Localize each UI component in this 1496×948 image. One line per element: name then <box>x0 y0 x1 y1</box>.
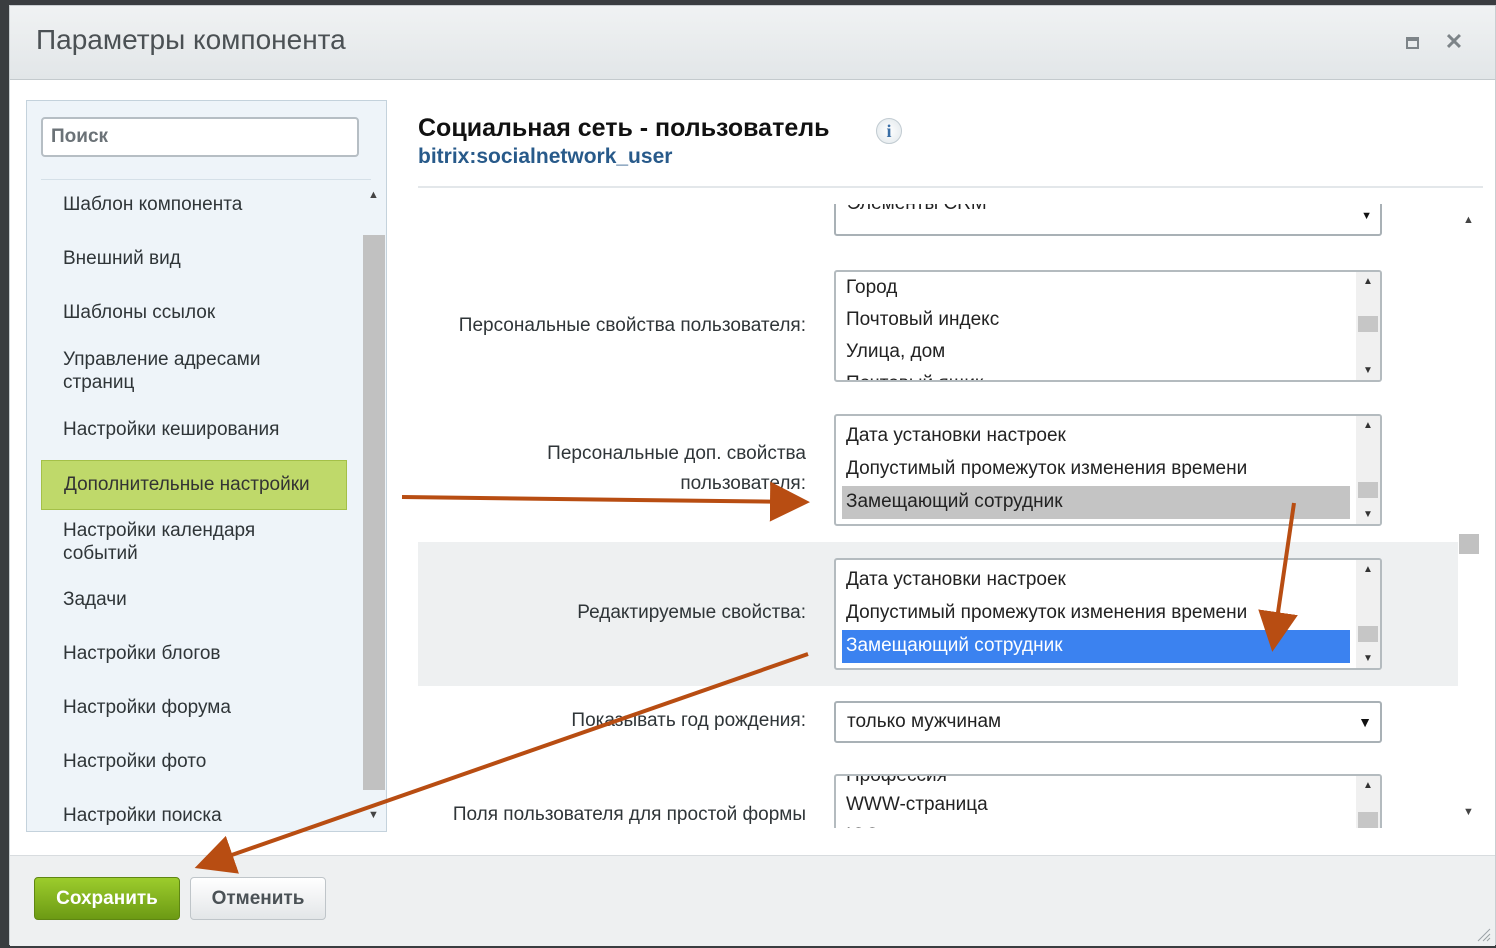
scroll-up-icon[interactable]: ▲ <box>1363 564 1373 575</box>
component-params-dialog: Параметры компонента ✕ Шаблон компонента… <box>9 5 1496 946</box>
properties-scrollbar[interactable]: ▲ ▼ <box>1458 204 1480 828</box>
list-option[interactable]: Почтовый индекс <box>842 304 1350 337</box>
nav-item-url-management[interactable]: Управление адресами страниц <box>41 348 347 394</box>
personal-extra-props-list[interactable]: Дата установки настроек Допустимый проме… <box>834 414 1382 526</box>
scroll-thumb[interactable] <box>1358 482 1378 498</box>
list-option[interactable]: Допустимый промежуток изменения времени <box>842 597 1350 630</box>
sections-scrollbar[interactable]: ▲ ▼ <box>363 181 385 831</box>
nav-item-tasks[interactable]: Задачи <box>41 588 347 611</box>
scroll-up-icon[interactable]: ▲ <box>1363 420 1373 431</box>
divider <box>41 179 371 180</box>
dialog-footer: Сохранить Отменить <box>10 855 1495 946</box>
scroll-thumb[interactable] <box>1358 316 1378 332</box>
list-option[interactable]: Город <box>842 272 1350 305</box>
list-scrollbar[interactable]: ▲ ▼ <box>1356 272 1380 380</box>
component-title: Социальная сеть - пользователь <box>418 114 830 142</box>
save-button[interactable]: Сохранить <box>34 877 180 920</box>
scroll-thumb[interactable] <box>1459 534 1479 554</box>
sections-list: Шаблон компонента Внешний вид Шаблоны сс… <box>27 181 363 831</box>
nav-item-caching[interactable]: Настройки кеширования <box>41 418 347 441</box>
scroll-down-icon[interactable]: ▼ <box>368 809 379 821</box>
nav-item-appearance[interactable]: Внешний вид <box>41 247 347 270</box>
select-value: Элементы CRM <box>847 204 987 214</box>
select-value: только мужчинам <box>847 711 1002 732</box>
chevron-down-icon: ▼ <box>1361 210 1372 222</box>
info-icon[interactable]: i <box>876 118 902 144</box>
list-option[interactable]: Дата установки настроек <box>842 420 1350 453</box>
list-option[interactable]: Улица, дом <box>842 336 1350 369</box>
nav-item-additional-settings[interactable]: Дополнительные настройки <box>41 460 347 510</box>
scroll-down-icon[interactable]: ▼ <box>1363 509 1373 520</box>
nav-item-calendar-settings[interactable]: Настройки календаря событий <box>41 519 347 565</box>
scroll-up-icon[interactable]: ▲ <box>1463 214 1474 226</box>
crm-elements-select[interactable]: Элементы CRM ▼ <box>834 204 1382 236</box>
list-scrollbar[interactable]: ▲ ▼ <box>1356 560 1380 668</box>
maximize-icon[interactable] <box>1400 30 1424 54</box>
search-input[interactable] <box>41 117 359 157</box>
divider <box>418 186 1483 188</box>
dialog-titlebar[interactable]: Параметры компонента ✕ <box>10 6 1495 80</box>
personal-props-list[interactable]: Город Почтовый индекс Улица, дом Почтовы… <box>834 270 1382 382</box>
scroll-up-icon[interactable]: ▲ <box>1363 780 1373 791</box>
nav-item-component-template[interactable]: Шаблон компонента <box>41 193 347 216</box>
scroll-thumb[interactable] <box>363 235 385 790</box>
component-code: bitrix:socialnetwork_user <box>418 145 673 168</box>
scroll-down-icon[interactable]: ▼ <box>1363 365 1373 376</box>
simple-form-fields-list[interactable]: Профессия WWW-страница ICQ ▲ <box>834 774 1382 828</box>
dialog-title: Параметры компонента <box>36 24 346 55</box>
nav-item-blogs[interactable]: Настройки блогов <box>41 642 347 665</box>
personal-extra-props-label: Персональные доп. свойства пользователя: <box>547 443 806 494</box>
simple-form-fields-label: Поля пользователя для простой формы <box>452 804 806 825</box>
dialog-body: Шаблон компонента Внешний вид Шаблоны сс… <box>10 80 1495 855</box>
nav-item-photo[interactable]: Настройки фото <box>41 750 347 773</box>
editable-props-list[interactable]: Дата установки настроек Допустимый проме… <box>834 558 1382 670</box>
list-option[interactable]: Почтовый ящик <box>842 368 1350 380</box>
list-option[interactable]: ICQ <box>842 820 1350 828</box>
birth-year-select[interactable]: только мужчинам ▼ <box>834 701 1382 743</box>
resize-grip-icon[interactable] <box>1475 926 1491 942</box>
nav-item-link-templates[interactable]: Шаблоны ссылок <box>41 301 347 324</box>
scroll-thumb[interactable] <box>1358 626 1378 642</box>
properties-panel: Элементы CRM ▼ Персональные свойства пол… <box>418 204 1458 828</box>
nav-item-search[interactable]: Настройки поиска <box>41 804 347 827</box>
list-option-selected[interactable]: Замещающий сотрудник <box>842 630 1350 663</box>
cancel-button[interactable]: Отменить <box>190 877 326 920</box>
list-option[interactable]: WWW-страница <box>842 789 1350 822</box>
list-scrollbar[interactable]: ▲ <box>1356 776 1380 828</box>
list-option[interactable]: Допустимый промежуток изменения времени <box>842 453 1350 486</box>
nav-item-forum[interactable]: Настройки форума <box>41 696 347 719</box>
chevron-down-icon: ▼ <box>1358 714 1372 730</box>
scroll-up-icon[interactable]: ▲ <box>368 189 379 201</box>
list-scrollbar[interactable]: ▲ ▼ <box>1356 416 1380 524</box>
sections-panel: Шаблон компонента Внешний вид Шаблоны сс… <box>26 100 387 832</box>
birth-year-label: Показывать год рождения: <box>571 710 806 731</box>
personal-props-label: Персональные свойства пользователя: <box>458 315 806 336</box>
scroll-down-icon[interactable]: ▼ <box>1463 806 1474 818</box>
scroll-thumb[interactable] <box>1358 812 1378 828</box>
scroll-up-icon[interactable]: ▲ <box>1363 276 1373 287</box>
scroll-down-icon[interactable]: ▼ <box>1363 653 1373 664</box>
list-option[interactable]: Дата установки настроек <box>842 564 1350 597</box>
close-icon[interactable]: ✕ <box>1442 30 1466 54</box>
list-option-selected[interactable]: Замещающий сотрудник <box>842 486 1350 519</box>
editable-props-label: Редактируемые свойства: <box>577 602 806 623</box>
